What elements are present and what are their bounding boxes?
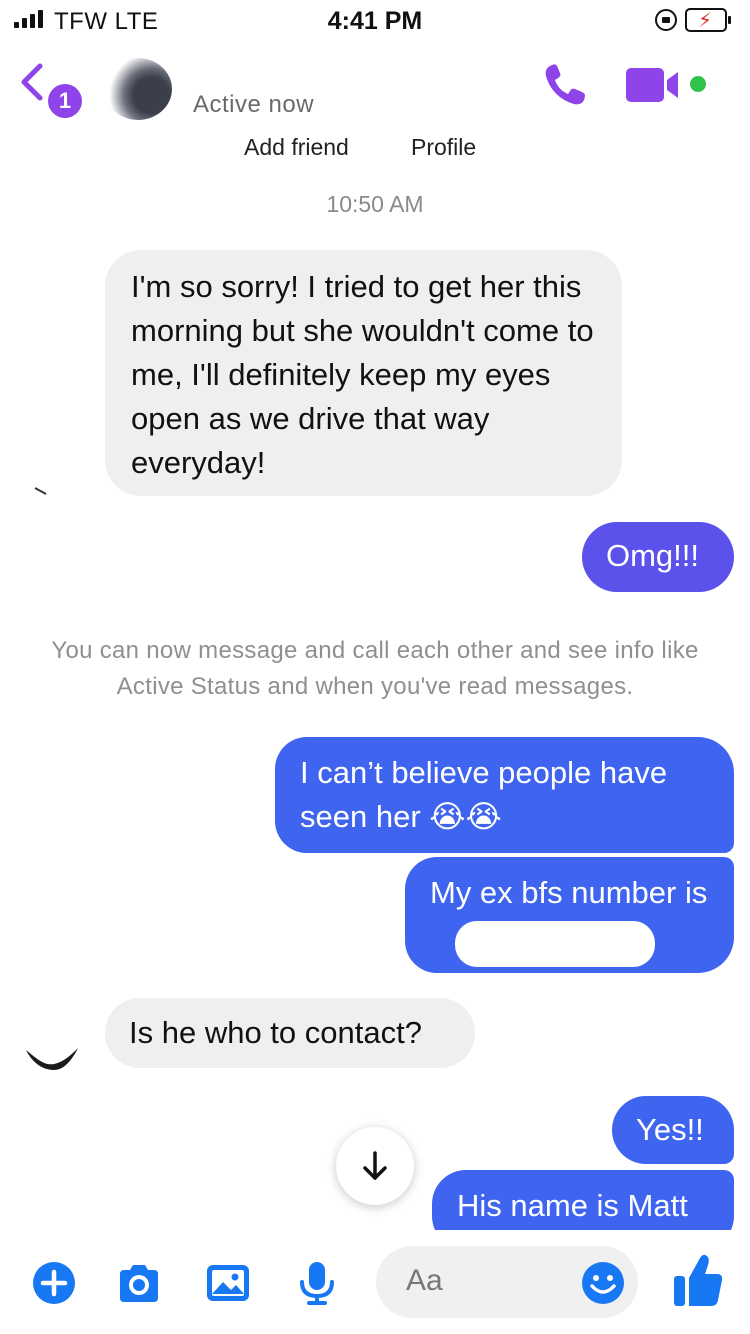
- profile-button[interactable]: Profile: [411, 134, 476, 161]
- online-indicator: [690, 76, 706, 92]
- gallery-icon[interactable]: [205, 1260, 251, 1306]
- add-friend-button[interactable]: Add friend: [244, 134, 349, 161]
- redacted-contact-name: [190, 60, 460, 86]
- back-chevron-icon[interactable]: [16, 62, 46, 102]
- message-composer: Aa: [0, 1230, 750, 1334]
- thumbs-up-icon[interactable]: [672, 1252, 724, 1308]
- active-status: Active now: [193, 91, 315, 118]
- status-bar: TFW LTE 4:41 PM ⚡: [0, 0, 750, 40]
- outgoing-message[interactable]: Yes!!: [612, 1096, 734, 1164]
- microphone-icon[interactable]: [294, 1260, 340, 1306]
- message-input-placeholder: Aa: [406, 1264, 443, 1297]
- unread-count-badge[interactable]: 1: [48, 84, 82, 118]
- scroll-to-bottom-button[interactable]: [336, 1127, 414, 1205]
- camera-icon[interactable]: [116, 1260, 162, 1306]
- system-notice: You can now message and call each other …: [51, 637, 699, 700]
- conversation-header: 1 Active now Add friend Profile: [0, 40, 750, 170]
- emoji-icon[interactable]: [580, 1260, 626, 1306]
- redacted-phone-number: [455, 921, 655, 967]
- outgoing-message[interactable]: I can’t believe people have seen her 😭😭: [275, 737, 734, 853]
- sender-avatar[interactable]: [24, 1030, 80, 1072]
- plus-icon[interactable]: [31, 1260, 77, 1306]
- orientation-lock-icon: [655, 9, 677, 31]
- arrow-down-icon: [363, 1151, 387, 1180]
- incoming-message[interactable]: I'm so sorry! I tried to get her this mo…: [105, 250, 622, 496]
- incoming-message[interactable]: Is he who to contact?: [105, 998, 475, 1068]
- video-camera-icon[interactable]: [626, 68, 684, 102]
- battery-icon: ⚡: [685, 8, 731, 32]
- outgoing-message[interactable]: Omg!!!: [582, 522, 734, 592]
- phone-icon[interactable]: [542, 62, 588, 108]
- message-timestamp: 10:50 AM: [326, 191, 424, 217]
- contact-avatar[interactable]: [104, 58, 172, 120]
- status-time: 4:41 PM: [327, 7, 423, 35]
- sender-avatar: [34, 487, 47, 495]
